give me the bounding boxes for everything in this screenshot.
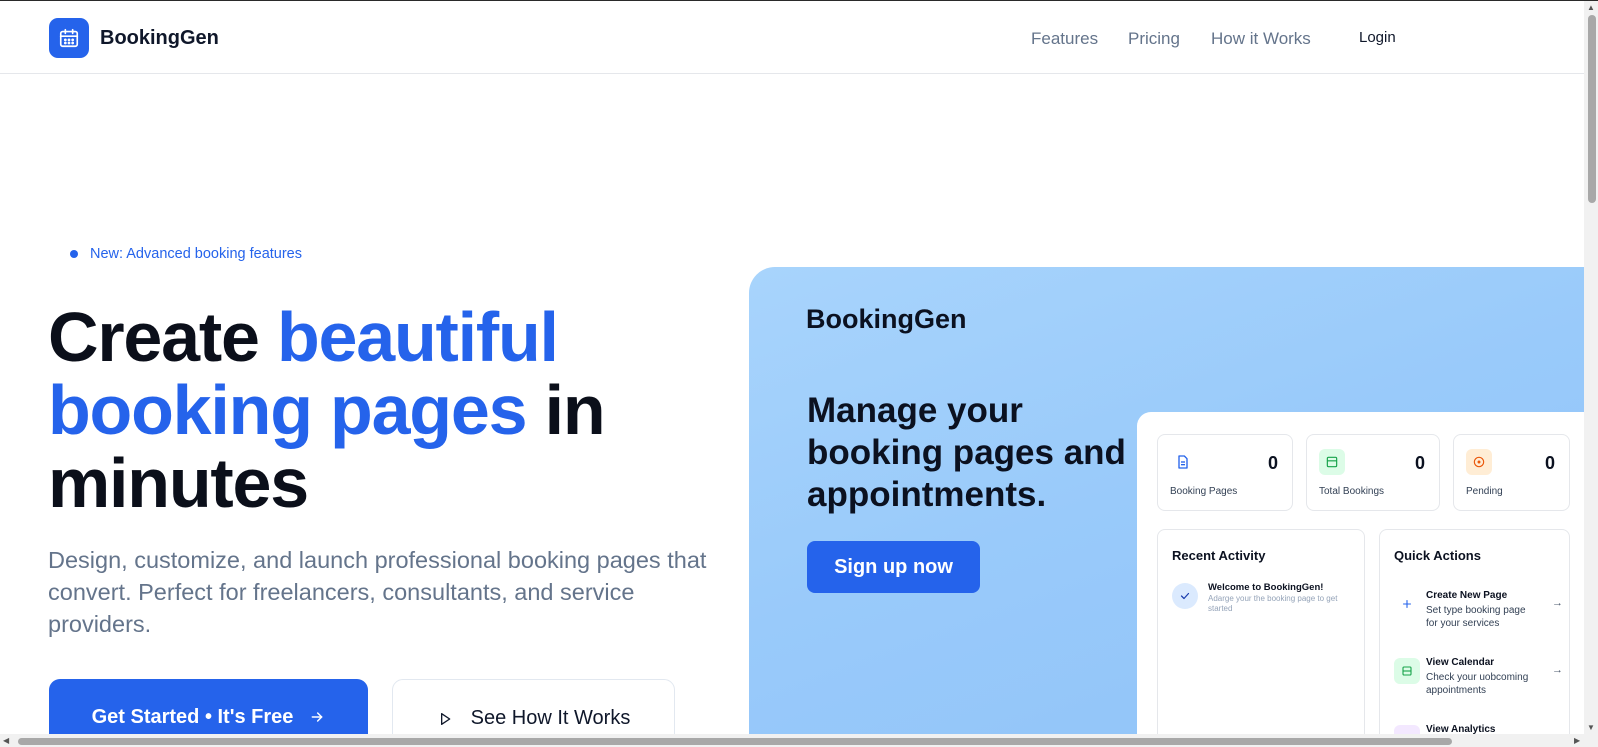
nav-link-features[interactable]: Features	[1031, 29, 1098, 49]
horizontal-scrollbar-thumb[interactable]	[18, 738, 1452, 745]
stat-value: 0	[1544, 453, 1555, 473]
brand-name[interactable]: BookingGen	[100, 27, 219, 50]
quick-action-title: View Calendar	[1426, 657, 1495, 668]
preview-heading: Manage your booking pages and appointmen…	[807, 391, 1126, 514]
headline-highlight-2: booking pages	[48, 371, 528, 449]
calendar-logo-icon[interactable]	[49, 18, 89, 58]
headline-part-5: minutes	[48, 444, 309, 522]
site-header: BookingGen Features Pricing How it Works…	[0, 1, 1584, 74]
see-how-label: See How It Works	[470, 707, 631, 729]
calendar-icon	[1319, 449, 1345, 475]
badge-text: New: Advanced booking features	[90, 246, 302, 262]
sign-up-button[interactable]: Sign up now	[807, 541, 980, 593]
preview-brand: BookingGen	[806, 304, 967, 334]
stat-card-pending: 0 Pending	[1453, 434, 1570, 511]
hero-subtitle: Design, customize, and launch profession…	[48, 547, 707, 637]
browser-viewport: BookingGen Features Pricing How it Works…	[0, 0, 1598, 747]
login-button[interactable]: Login	[1359, 29, 1396, 46]
play-icon	[437, 707, 453, 733]
scroll-up-arrow-icon[interactable]: ▲	[1587, 3, 1595, 12]
calendar-icon	[1394, 658, 1420, 684]
plus-icon	[1394, 591, 1420, 617]
quick-action-desc: Set type booking page for your services	[1426, 605, 1526, 629]
quick-action-desc: Check your uobcoming appointments	[1426, 672, 1529, 696]
new-feature-badge: New: Advanced booking features	[70, 246, 302, 262]
activity-item-desc: Adarge your the booking page to get star…	[1208, 594, 1338, 613]
arrow-right-icon	[309, 706, 325, 731]
document-icon	[1170, 449, 1196, 475]
arrow-right-icon: →	[1552, 664, 1563, 676]
badge-dot-icon	[70, 250, 78, 258]
quick-actions-title: Quick Actions	[1394, 548, 1481, 563]
quick-action-title: Create New Page	[1426, 590, 1508, 601]
quick-actions-card: Quick Actions Create New Page Set type b…	[1379, 529, 1570, 747]
activity-item-title: Welcome to BookingGen!	[1208, 582, 1324, 593]
stat-card-booking-pages: 0 Booking Pages	[1157, 434, 1293, 511]
recent-activity-card: Recent Activity Welcome to BookingGen! A…	[1157, 529, 1365, 747]
headline-part-1: Create	[48, 298, 277, 376]
scroll-right-arrow-icon[interactable]: ▶	[1574, 736, 1580, 745]
stat-label: Booking Pages	[1170, 486, 1238, 497]
hero-headline: Create beautiful booking pages in minute…	[48, 298, 606, 522]
recent-activity-title: Recent Activity	[1172, 548, 1266, 563]
stat-value: 0	[1414, 453, 1425, 473]
check-icon	[1172, 583, 1198, 609]
headline-part-4: in	[526, 371, 606, 449]
get-started-label: Get Started • It's Free	[91, 706, 294, 728]
nav-link-pricing[interactable]: Pricing	[1128, 29, 1180, 49]
stat-value: 0	[1267, 453, 1278, 473]
scroll-down-arrow-icon[interactable]: ▼	[1587, 723, 1595, 732]
vertical-scrollbar-thumb[interactable]	[1588, 15, 1596, 203]
clock-icon	[1466, 449, 1492, 475]
arrow-right-icon: →	[1552, 597, 1563, 609]
stat-card-total-bookings: 0 Total Bookings	[1306, 434, 1440, 511]
nav-link-how-it-works[interactable]: How it Works	[1211, 29, 1311, 49]
stat-label: Total Bookings	[1319, 486, 1385, 497]
stat-label: Pending	[1466, 486, 1503, 497]
scroll-left-arrow-icon[interactable]: ◀	[3, 736, 9, 745]
headline-highlight-1: beautiful	[276, 298, 559, 376]
